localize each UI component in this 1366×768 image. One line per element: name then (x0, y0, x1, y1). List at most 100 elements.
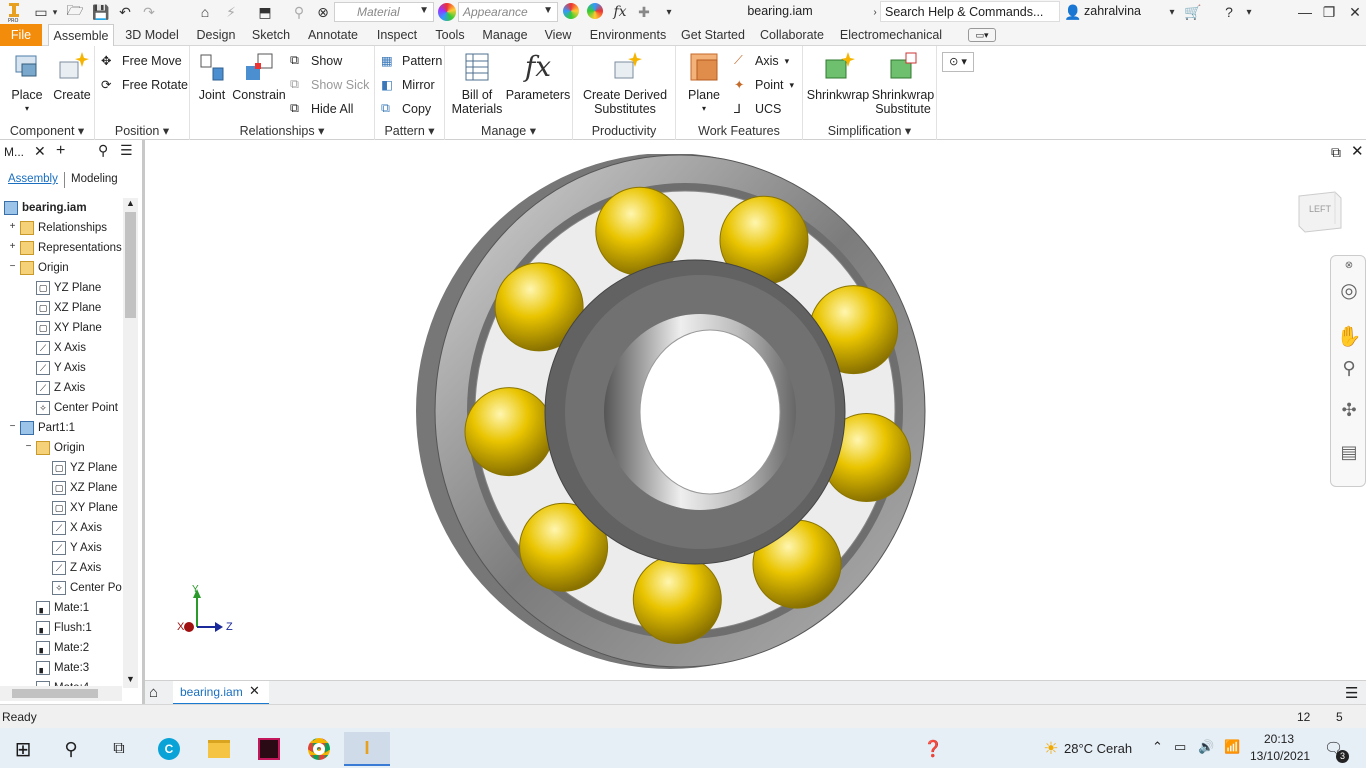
copy-button[interactable]: ⧉ Copy (381, 100, 431, 118)
place-button[interactable]: Place ▾ (6, 50, 48, 116)
browser-node[interactable]: ▖ Mate:3 (36, 658, 89, 678)
navbar-close-icon[interactable]: ⊗ (1341, 257, 1357, 273)
free-rotate-button[interactable]: ⟳ Free Rotate (101, 76, 188, 94)
tab-collaborate[interactable]: Collaborate (756, 24, 828, 46)
media-app-icon[interactable] (248, 732, 290, 766)
shrinkwrap-substitute-button[interactable]: Shrinkwrap Substitute (871, 50, 935, 116)
cart-icon[interactable]: 🛒 (1184, 3, 1202, 21)
tab-manage[interactable]: Manage (478, 24, 532, 46)
close-icon[interactable]: ✕ (1346, 3, 1364, 21)
constrain-button[interactable]: Constrain (232, 50, 286, 102)
inventor-taskbar-icon[interactable]: I (344, 732, 390, 766)
help-icon[interactable]: ? (1220, 3, 1238, 21)
view-cube[interactable]: LEFT (1295, 188, 1345, 234)
document-tabs-menu-icon[interactable]: ☰ (1345, 684, 1358, 702)
select-filter-icon[interactable]: ⬒ (256, 3, 274, 21)
browser-menu-icon[interactable]: ☰ (120, 142, 133, 159)
mirror-button[interactable]: ◧ Mirror (381, 76, 435, 94)
redo-icon[interactable]: ↷ (140, 3, 158, 21)
browser-node[interactable]: ▢ YZ Plane (36, 278, 101, 298)
browser-tab-assembly[interactable]: Assembly (8, 173, 58, 185)
browser-node[interactable]: ▢ YZ Plane (52, 458, 117, 478)
browser-node[interactable]: ▖ Flush:1 (36, 618, 92, 638)
tab-get-started[interactable]: Get Started (680, 24, 746, 46)
clock-date[interactable]: 13/10/2021 (1250, 749, 1310, 763)
browser-node[interactable]: ▖ Mate:2 (36, 638, 89, 658)
clear-appearance-icon[interactable] (587, 3, 603, 19)
undo-icon[interactable]: ↶ (116, 3, 134, 21)
scroll-down-icon[interactable]: ▼ (126, 674, 135, 684)
open-folder-icon[interactable]: 🗁 (66, 2, 84, 21)
browser-node[interactable]: ⟋ Y Axis (36, 358, 86, 378)
shrinkwrap-button[interactable]: Shrinkwrap (807, 50, 869, 102)
battery-icon[interactable]: ▭ (1174, 739, 1186, 755)
collapse-icon[interactable]: − (24, 442, 33, 452)
plane-button[interactable]: Plane ▾ (682, 50, 726, 116)
simplification-group-label[interactable]: Simplification ▾ (803, 123, 936, 138)
customize-qat-icon[interactable]: ▾ (660, 3, 678, 21)
bearing-model[interactable] (415, 154, 930, 674)
ribbon-options-icon[interactable]: ⊙ ▾ (942, 52, 974, 72)
collapse-icon[interactable]: − (8, 422, 17, 432)
browser-node[interactable]: ✧ Center Point (36, 398, 118, 418)
browser-node[interactable]: ▢ XZ Plane (36, 298, 101, 318)
document-tab-bearing[interactable]: bearing.iam ✕ (173, 681, 269, 705)
network-icon[interactable]: 📶 (1224, 739, 1240, 755)
browser-search-icon[interactable]: ⚲ (98, 142, 108, 159)
clock-time[interactable]: 20:13 (1264, 732, 1294, 746)
browser-node[interactable]: Origin (20, 258, 69, 278)
joint-button[interactable]: Joint (194, 50, 230, 102)
orbit-icon[interactable]: ✣ (1333, 394, 1365, 426)
parameters-button[interactable]: fx Parameters (505, 50, 571, 102)
create-derived-substitutes-button[interactable]: Create Derived Substitutes (579, 50, 671, 116)
point-button[interactable]: ✦ Point ▾ (734, 76, 794, 94)
browser-node[interactable]: ▢ XZ Plane (52, 478, 117, 498)
look-at-icon[interactable]: ▤ (1333, 436, 1365, 468)
restore-icon[interactable]: ❐ (1320, 3, 1338, 21)
hide-all-button[interactable]: ⧉ Hide All (290, 100, 353, 118)
browser-close-icon[interactable]: ✕ (34, 143, 46, 160)
tab-3d-model[interactable]: 3D Model (120, 24, 184, 46)
home-tab-icon[interactable]: ⌂ (149, 684, 158, 701)
bill-of-materials-button[interactable]: Bill of Materials (449, 50, 505, 116)
tab-assemble[interactable]: Assemble (48, 24, 114, 46)
zoom-icon[interactable]: ⚲ (1333, 352, 1365, 384)
browser-node[interactable]: Representations (20, 238, 122, 258)
volume-icon[interactable]: 🔊 (1198, 739, 1214, 755)
appearance-dropdown[interactable]: Appearance ▼ (458, 2, 558, 22)
position-group-label[interactable]: Position ▾ (95, 123, 189, 138)
material-dropdown[interactable]: Material ▼ (334, 2, 434, 22)
axis-button[interactable]: ⟋ Axis ▾ (734, 52, 789, 70)
inventor-logo-icon[interactable]: PRO (6, 1, 22, 24)
tab-view[interactable]: View (540, 24, 576, 46)
measure-icon[interactable]: ⚲ (290, 3, 308, 21)
update-icon[interactable]: ⚡ (222, 3, 240, 21)
component-group-label[interactable]: Component ▾ (0, 123, 94, 138)
browser-node[interactable]: Relationships (20, 218, 107, 238)
tab-sketch[interactable]: Sketch (248, 24, 294, 46)
browser-node[interactable]: bearing.iam (4, 198, 87, 218)
add-icon[interactable]: ✚ (635, 3, 653, 21)
windows-start-icon[interactable]: ⊞ (2, 732, 44, 766)
browser-node[interactable]: Origin (36, 438, 85, 458)
viewport-close-icon[interactable]: ✕ (1351, 142, 1364, 160)
manage-group-label[interactable]: Manage ▾ (445, 123, 572, 138)
task-view-icon[interactable]: ⧉ (98, 732, 140, 766)
home-icon[interactable]: ⌂ (196, 3, 214, 21)
scroll-up-icon[interactable]: ▲ (126, 198, 135, 208)
fx-icon[interactable]: fx (611, 3, 629, 21)
weather-text[interactable]: 28°C Cerah (1064, 741, 1132, 756)
user-name[interactable]: zahralvina (1084, 4, 1141, 18)
graphics-window[interactable]: ⧉ ✕ LEFT ⊗ ◎ ✋ ⚲ ✣ ▤ Y Z X (145, 140, 1366, 680)
create-button[interactable]: Create (52, 50, 92, 102)
browser-node[interactable]: ▢ XY Plane (52, 498, 118, 518)
pattern-group-label[interactable]: Pattern ▾ (375, 123, 444, 138)
browser-node[interactable]: ⟋ Z Axis (52, 558, 101, 578)
expand-icon[interactable]: + (8, 222, 17, 232)
browser-node[interactable]: ✧ Center Poir (52, 578, 122, 598)
browser-node[interactable]: ⟋ Y Axis (52, 538, 102, 558)
browser-node[interactable]: ⟋ X Axis (36, 338, 86, 358)
browser-node[interactable]: ⟋ X Axis (52, 518, 102, 538)
help-dropdown-icon[interactable]: ▾ (1240, 3, 1258, 21)
browser-scrollbar-thumb[interactable] (125, 212, 136, 318)
